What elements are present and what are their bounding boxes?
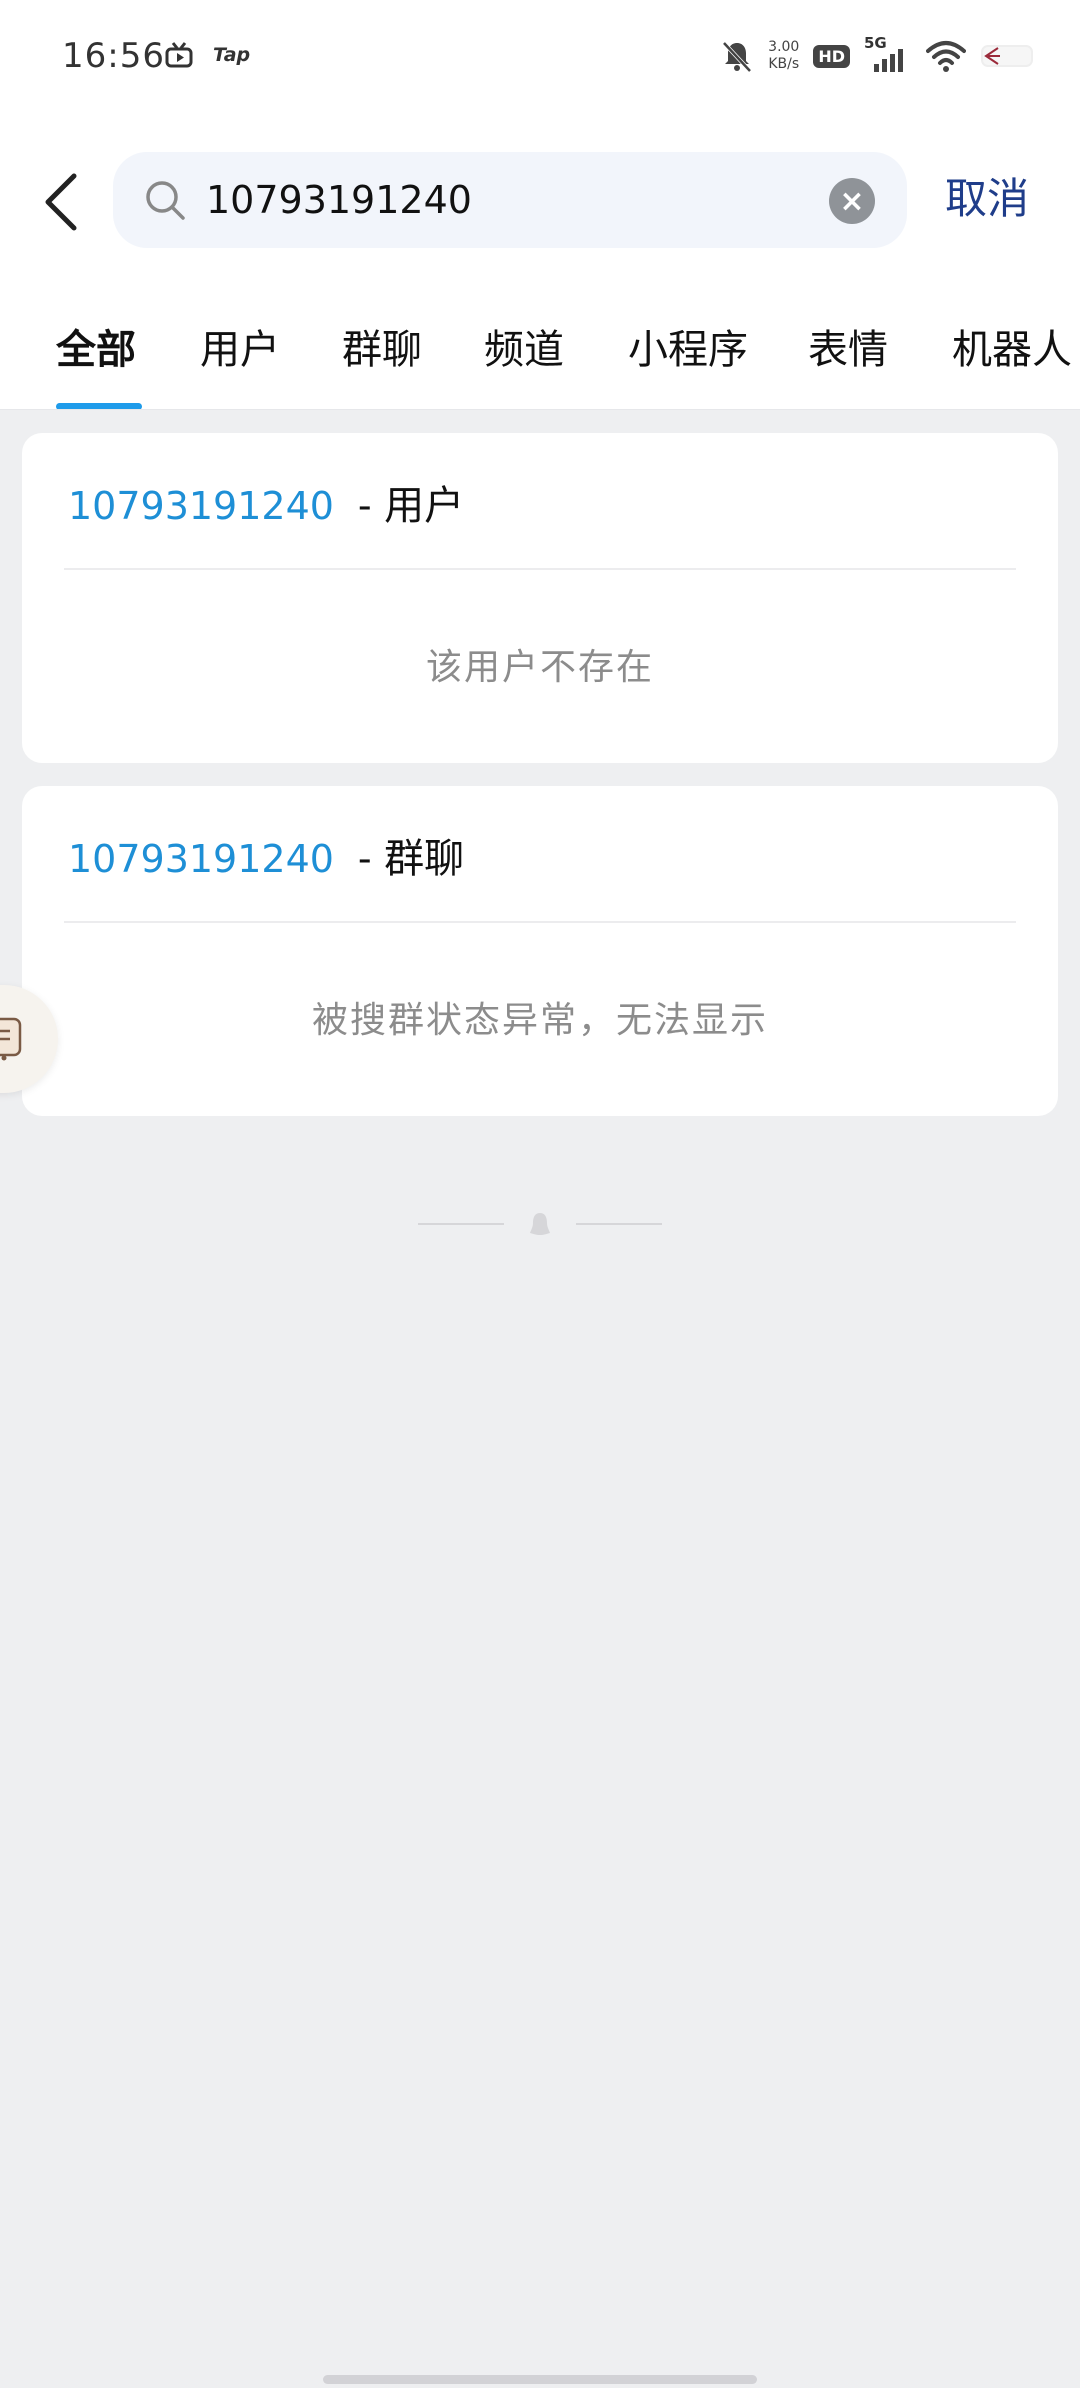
close-icon: ×	[839, 183, 865, 219]
tab-mini-programs[interactable]: 小程序	[628, 317, 748, 375]
penguin-icon	[530, 1213, 550, 1235]
search-icon	[146, 181, 185, 220]
search-input[interactable]	[206, 168, 806, 232]
result-message: 该用户不存在	[425, 647, 654, 688]
search-box[interactable]: ×	[113, 152, 907, 248]
category-tabs: 全部 用户 群聊 频道 小程序 表情 机器人	[0, 285, 1080, 410]
signal-strength: 5G	[864, 34, 912, 74]
network-speed-unit: KB/s	[768, 56, 800, 72]
network-speed: 3.00 KB/s	[768, 39, 799, 73]
wifi-icon	[926, 41, 966, 72]
tab-all[interactable]: 全部	[56, 317, 136, 375]
tab-channels[interactable]: 频道	[484, 317, 564, 375]
mute-bell-icon	[722, 41, 752, 73]
result-message: 被搜群状态异常，无法显示	[311, 1000, 768, 1041]
signal-bars-icon	[874, 49, 903, 72]
tap-app-icon: Tap	[213, 44, 251, 66]
result-card-header[interactable]: 10793191240 - 用户	[68, 473, 464, 531]
notification-icons: Tap	[165, 42, 250, 68]
divider	[418, 1223, 504, 1225]
clear-search-button[interactable]: ×	[829, 178, 875, 224]
system-indicators: 3.00 KB/s HD 5G	[720, 34, 1040, 74]
app-root: 16:56 Tap 3.00 KB/s HD 5G 10793191240 × …	[0, 0, 1080, 2388]
status-time: 16:56	[62, 36, 165, 76]
result-query: 10793191240	[68, 484, 334, 528]
result-card-group-chats: 10793191240 - 群聊 被搜群状态异常，无法显示	[22, 786, 1058, 1116]
network-speed-value: 3.00	[768, 39, 800, 55]
tab-group-chats[interactable]: 群聊	[342, 317, 422, 375]
tab-bots[interactable]: 机器人	[952, 317, 1072, 375]
active-tab-indicator	[56, 403, 142, 409]
result-category: - 用户	[357, 483, 465, 529]
floating-widget-icon	[0, 1017, 22, 1061]
result-category: - 群聊	[357, 836, 465, 882]
divider	[64, 568, 1016, 570]
divider	[64, 921, 1016, 923]
result-card-header[interactable]: 10793191240 - 群聊	[68, 826, 464, 884]
battery-icon	[981, 45, 1033, 67]
back-arrow-icon[interactable]	[40, 170, 84, 234]
divider	[576, 1223, 662, 1225]
tab-stickers[interactable]: 表情	[808, 317, 888, 375]
tab-users[interactable]: 用户	[200, 317, 280, 375]
result-card-users: 10793191240 - 用户 该用户不存在	[22, 433, 1058, 763]
cancel-button[interactable]: 取消	[945, 165, 1029, 226]
result-query: 10793191240	[68, 837, 334, 881]
search-header: × 取消	[0, 115, 1080, 285]
tv-app-icon	[165, 42, 193, 68]
status-bar: 16:56 Tap 3.00 KB/s HD 5G	[0, 0, 1080, 115]
gesture-navigation-bar[interactable]	[323, 2375, 757, 2384]
end-of-results-indicator	[418, 1210, 662, 1240]
hd-icon: HD	[813, 44, 850, 68]
